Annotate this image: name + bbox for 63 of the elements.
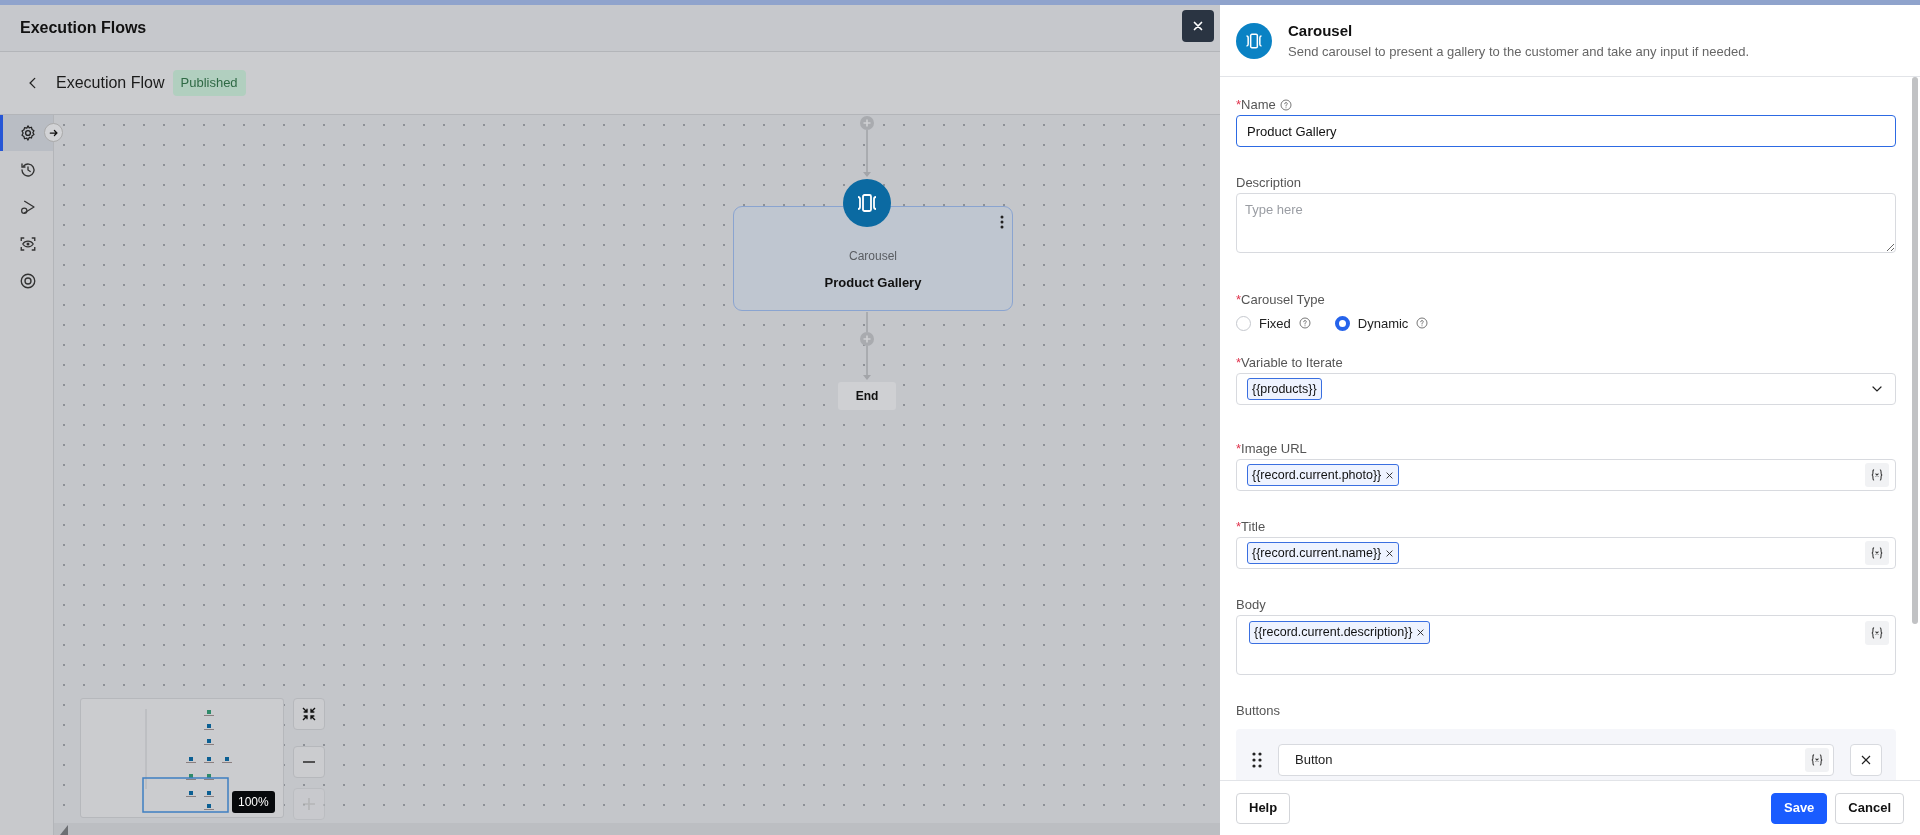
textarea-field[interactable]: Type here — [1236, 193, 1896, 253]
variable-input[interactable]: {{record.current.description}} — [1236, 615, 1896, 675]
zoom-out-button[interactable] — [293, 746, 325, 778]
variable-icon[interactable] — [1865, 621, 1889, 645]
more-options-button[interactable] — [1000, 215, 1004, 229]
section-label: Buttons — [1236, 702, 1282, 720]
cancel-button[interactable]: Cancel — [1835, 792, 1904, 824]
text-input[interactable]: Product Gallery — [1236, 115, 1896, 147]
radio-button[interactable] — [1334, 315, 1350, 331]
variable-icon[interactable] — [1870, 468, 1884, 482]
variable-input[interactable]: {{record.current.name}} — [1236, 537, 1896, 569]
button-text-field[interactable]: Button — [1278, 744, 1834, 776]
variable-icon[interactable] — [1865, 463, 1889, 487]
variable-icon[interactable] — [1870, 626, 1884, 640]
app-title: Execution Flows — [20, 18, 147, 38]
save-button[interactable]: Save — [1771, 792, 1828, 824]
rail-tab[interactable] — [0, 115, 53, 151]
panel-title: Carousel — [1288, 20, 1354, 41]
zoom-level: 100% — [232, 791, 275, 813]
radio-label: Fixed — [1259, 314, 1291, 333]
minimap[interactable] — [80, 698, 284, 818]
carousel-icon — [855, 191, 879, 215]
flow-title: Execution Flow — [56, 73, 165, 93]
eye-scan-icon — [19, 235, 37, 253]
radio-label: Dynamic — [1357, 314, 1409, 333]
variable-icon[interactable] — [1865, 541, 1889, 565]
fit-view-button[interactable] — [293, 698, 325, 730]
variable-tag[interactable]: {{record.current.photo}} — [1247, 463, 1400, 487]
variable-tag[interactable]: {{record.current.description}} — [1249, 621, 1431, 644]
field-label: *Image URL — [1236, 440, 1307, 458]
drag-handle-icon[interactable] — [1252, 752, 1262, 768]
variable-icon[interactable] — [1810, 753, 1824, 767]
variable-icon[interactable] — [1870, 546, 1884, 560]
settings-icon — [19, 124, 37, 142]
scroll-left-icon[interactable] — [60, 825, 68, 835]
variable-icon[interactable] — [1805, 748, 1829, 772]
field-label: *Variable to Iterate — [1236, 354, 1343, 372]
flow-node-card[interactable]: Carousel Product Gallery — [733, 206, 1013, 311]
close-icon[interactable] — [1860, 754, 1872, 766]
variable-input[interactable]: {{record.current.photo}} — [1236, 459, 1896, 491]
arrow-right-icon[interactable] — [48, 127, 59, 138]
play-icon — [19, 198, 37, 216]
variable-tag[interactable]: {{products}} — [1247, 377, 1322, 401]
close-button[interactable] — [1182, 10, 1214, 42]
variable-tag[interactable]: {{record.current.name}} — [1247, 541, 1400, 565]
field-label: *Carousel Type — [1236, 290, 1325, 309]
dropdown-field[interactable]: {{products}} — [1236, 373, 1896, 405]
field-label: *Name — [1236, 96, 1276, 114]
history-icon — [19, 161, 37, 179]
field-label: *Title — [1236, 518, 1266, 536]
panel-description: Send carousel to present a gallery to the customer and take any input if needed. — [1288, 43, 1750, 61]
scrollbar-thumb[interactable] — [1912, 77, 1918, 624]
node-type: Carousel — [849, 247, 897, 265]
field-label: Description — [1236, 174, 1302, 192]
connector-arrow — [863, 129, 871, 177]
end-node[interactable]: End — [838, 382, 896, 410]
node-name: Product Gallery — [824, 273, 922, 292]
help-button[interactable]: Help — [1236, 792, 1291, 824]
collapse-arrows-icon[interactable] — [301, 706, 317, 722]
connector-arrow — [863, 345, 871, 380]
field-label: Body — [1236, 596, 1266, 614]
status-badge: Published — [172, 70, 246, 96]
radio-button[interactable] — [1236, 315, 1251, 331]
